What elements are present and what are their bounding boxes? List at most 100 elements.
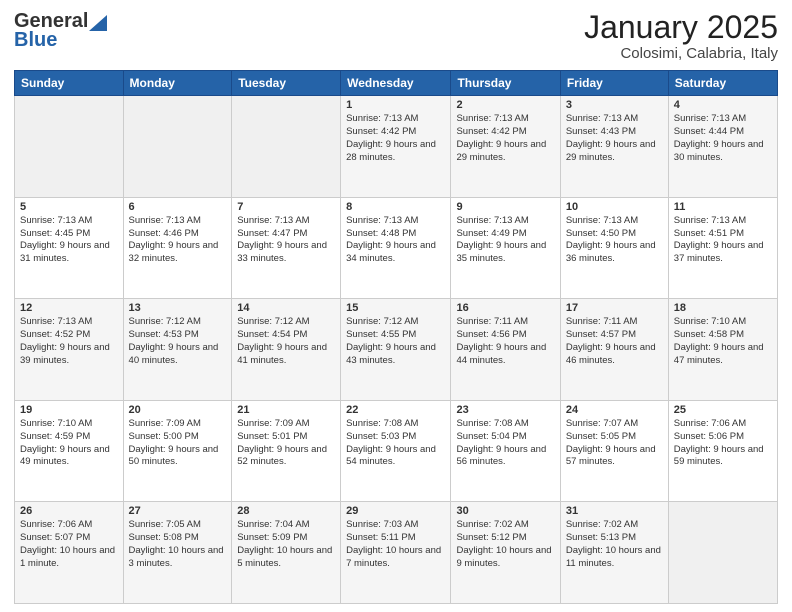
day-info: Sunrise: 7:13 AM: [566, 113, 663, 126]
day-info: Daylight: 10 hours and 11 minutes.: [566, 545, 663, 571]
day-info: Daylight: 10 hours and 3 minutes.: [129, 545, 227, 571]
day-info: Sunset: 4:51 PM: [674, 228, 772, 241]
calendar-cell: 27 Sunrise: 7:05 AMSunset: 5:08 PMDayligh…: [123, 502, 232, 604]
page: General Blue January 2025 Colosimi, Cala…: [0, 0, 792, 612]
day-info: Sunset: 4:57 PM: [566, 329, 663, 342]
calendar-cell: 18Sunrise: 7:10 AMSunset: 4:58 PMDayligh…: [668, 299, 777, 401]
weekday-header-sunday: Sunday: [15, 71, 124, 96]
day-info: Daylight: 9 hours and 33 minutes.: [237, 240, 335, 266]
day-info: Daylight: 9 hours and 43 minutes.: [346, 342, 445, 368]
day-info: Sunset: 5:07 PM: [20, 532, 118, 545]
weekday-header-tuesday: Tuesday: [232, 71, 341, 96]
day-number: 27: [129, 505, 227, 517]
day-info: Sunrise: 7:13 AM: [674, 215, 772, 228]
day-info: Sunrise: 7:08 AM: [346, 418, 445, 431]
day-info: Sunrise: 7:10 AM: [20, 418, 118, 431]
day-info: Daylight: 9 hours and 54 minutes.: [346, 444, 445, 470]
calendar-cell: 30Sunrise: 7:02 AMSunset: 5:12 PMDayligh…: [451, 502, 560, 604]
day-info: Daylight: 10 hours and 9 minutes.: [456, 545, 554, 571]
day-info: Daylight: 9 hours and 56 minutes.: [456, 444, 554, 470]
day-info: Sunset: 4:47 PM: [237, 228, 335, 241]
day-number: 23: [456, 404, 554, 416]
calendar-cell: 24Sunrise: 7:07 AMSunset: 5:05 PMDayligh…: [560, 400, 668, 502]
day-info: Sunset: 4:43 PM: [566, 126, 663, 139]
day-info: Sunset: 4:44 PM: [674, 126, 772, 139]
calendar-cell: 20Sunrise: 7:09 AMSunset: 5:00 PMDayligh…: [123, 400, 232, 502]
day-info: Sunrise: 7:13 AM: [20, 215, 118, 228]
day-info: Sunset: 5:03 PM: [346, 431, 445, 444]
day-info: Sunset: 4:45 PM: [20, 228, 118, 241]
day-info: Sunrise: 7:08 AM: [456, 418, 554, 431]
logo-triangle-icon: [89, 13, 107, 31]
day-info: Daylight: 9 hours and 40 minutes.: [129, 342, 227, 368]
day-info: Sunrise: 7:03 AM: [346, 519, 445, 532]
day-number: 10: [566, 201, 663, 213]
calendar-cell: 29Sunrise: 7:03 AMSunset: 5:11 PMDayligh…: [341, 502, 451, 604]
weekday-header-thursday: Thursday: [451, 71, 560, 96]
day-number: 31: [566, 505, 663, 517]
day-number: 12: [20, 302, 118, 314]
month-title: January 2025: [584, 10, 778, 45]
day-number: 19: [20, 404, 118, 416]
calendar-cell: 14Sunrise: 7:12 AMSunset: 4:54 PMDayligh…: [232, 299, 341, 401]
day-number: 24: [566, 404, 663, 416]
calendar-cell: 28Sunrise: 7:04 AMSunset: 5:09 PMDayligh…: [232, 502, 341, 604]
day-number: 1: [346, 99, 445, 111]
calendar-cell: 1Sunrise: 7:13 AMSunset: 4:42 PMDaylight…: [341, 96, 451, 198]
day-info: Sunset: 4:59 PM: [20, 431, 118, 444]
day-info: Sunset: 4:48 PM: [346, 228, 445, 241]
calendar-cell: [668, 502, 777, 604]
day-info: Sunset: 4:46 PM: [129, 228, 227, 241]
day-number: 15: [346, 302, 445, 314]
day-number: 22: [346, 404, 445, 416]
day-info: Daylight: 9 hours and 31 minutes.: [20, 240, 118, 266]
calendar-cell: 4Sunrise: 7:13 AMSunset: 4:44 PMDaylight…: [668, 96, 777, 198]
day-info: Sunset: 4:52 PM: [20, 329, 118, 342]
day-info: Daylight: 9 hours and 34 minutes.: [346, 240, 445, 266]
day-info: Sunset: 5:04 PM: [456, 431, 554, 444]
day-number: 5: [20, 201, 118, 213]
day-info: Sunrise: 7:12 AM: [129, 316, 227, 329]
day-number: 11: [674, 201, 772, 213]
calendar-cell: 26Sunrise: 7:06 AMSunset: 5:07 PMDayligh…: [15, 502, 124, 604]
day-info: Daylight: 9 hours and 44 minutes.: [456, 342, 554, 368]
day-info: Sunrise: 7:11 AM: [566, 316, 663, 329]
calendar-cell: [232, 96, 341, 198]
day-info: Sunset: 5:08 PM: [129, 532, 227, 545]
calendar-cell: 10Sunrise: 7:13 AMSunset: 4:50 PMDayligh…: [560, 197, 668, 299]
header: General Blue January 2025 Colosimi, Cala…: [14, 10, 778, 62]
day-info: Sunrise: 7:11 AM: [456, 316, 554, 329]
day-number: 17: [566, 302, 663, 314]
location: Colosimi, Calabria, Italy: [584, 45, 778, 62]
day-info: Sunset: 5:06 PM: [674, 431, 772, 444]
calendar-cell: 19Sunrise: 7:10 AMSunset: 4:59 PMDayligh…: [15, 400, 124, 502]
day-info: Sunrise: 7:05 AM: [129, 519, 227, 532]
day-info: Daylight: 9 hours and 50 minutes.: [129, 444, 227, 470]
calendar-cell: 31Sunrise: 7:02 AMSunset: 5:13 PMDayligh…: [560, 502, 668, 604]
day-info: Sunrise: 7:13 AM: [566, 215, 663, 228]
day-info: Sunrise: 7:13 AM: [20, 316, 118, 329]
calendar-cell: 12Sunrise: 7:13 AMSunset: 4:52 PMDayligh…: [15, 299, 124, 401]
calendar-cell: 17Sunrise: 7:11 AMSunset: 4:57 PMDayligh…: [560, 299, 668, 401]
calendar-cell: 3Sunrise: 7:13 AMSunset: 4:43 PMDaylight…: [560, 96, 668, 198]
day-number: 16: [456, 302, 554, 314]
weekday-header-monday: Monday: [123, 71, 232, 96]
day-info: Sunrise: 7:07 AM: [566, 418, 663, 431]
day-number: 8: [346, 201, 445, 213]
calendar-cell: 7Sunrise: 7:13 AMSunset: 4:47 PMDaylight…: [232, 197, 341, 299]
day-info: Sunrise: 7:09 AM: [129, 418, 227, 431]
day-info: Daylight: 10 hours and 5 minutes.: [237, 545, 335, 571]
day-info: Sunrise: 7:06 AM: [674, 418, 772, 431]
day-info: Daylight: 9 hours and 47 minutes.: [674, 342, 772, 368]
logo-blue: Blue: [14, 29, 57, 52]
day-info: Sunrise: 7:13 AM: [346, 215, 445, 228]
day-number: 28: [237, 505, 335, 517]
day-info: Sunrise: 7:13 AM: [346, 113, 445, 126]
day-number: 3: [566, 99, 663, 111]
day-info: Sunset: 4:56 PM: [456, 329, 554, 342]
day-info: Sunset: 5:12 PM: [456, 532, 554, 545]
weekday-header-wednesday: Wednesday: [341, 71, 451, 96]
day-info: Sunset: 4:42 PM: [456, 126, 554, 139]
day-info: Daylight: 9 hours and 57 minutes.: [566, 444, 663, 470]
day-info: Sunset: 4:50 PM: [566, 228, 663, 241]
